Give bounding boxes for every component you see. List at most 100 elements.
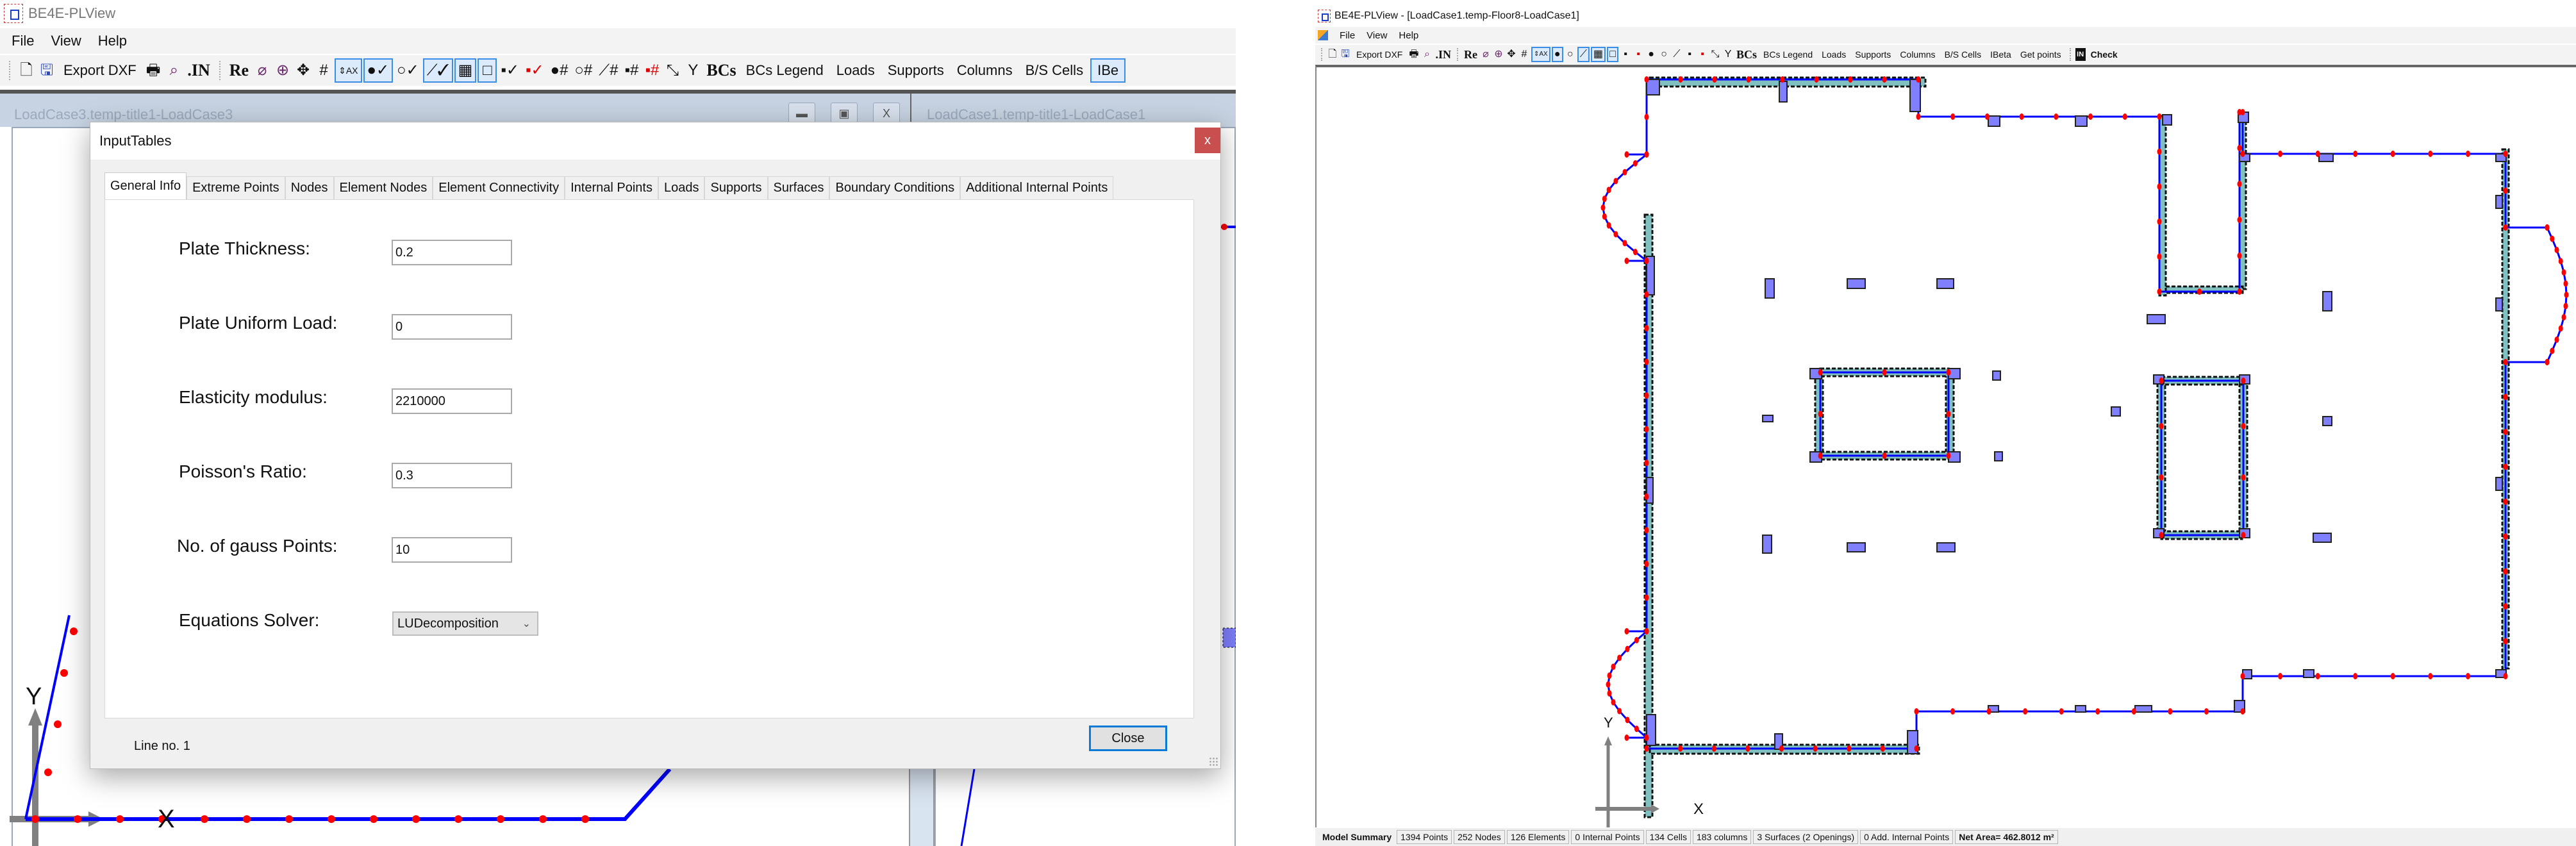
plate-uniform-load-input[interactable]: 0 xyxy=(392,314,512,340)
node-point xyxy=(2059,708,2064,715)
column xyxy=(2147,314,2166,324)
node-number-button[interactable]: ● xyxy=(1645,47,1657,62)
column xyxy=(2134,705,2152,713)
node-point xyxy=(1634,726,1639,733)
opening1-boundary-line xyxy=(1819,371,1950,457)
column-red-number-button[interactable]: ▪ xyxy=(1697,47,1708,62)
toolbar-grip[interactable] xyxy=(1321,48,1324,61)
node-point xyxy=(1644,460,1649,467)
new-file-button[interactable]: 🗋 xyxy=(1327,47,1338,62)
grid-button[interactable]: # xyxy=(1518,47,1530,62)
column-number-button[interactable]: ▪ xyxy=(1684,47,1695,62)
cell-outline-button[interactable]: □ xyxy=(1607,47,1619,62)
tab-internal-points[interactable]: Internal Points xyxy=(565,176,658,199)
outline-number-button[interactable]: ○ xyxy=(1658,47,1670,62)
column-red-number-icon: ▪ xyxy=(1700,49,1704,60)
menu-file[interactable]: File xyxy=(1340,30,1355,41)
column-black-button[interactable]: ▪ xyxy=(1620,47,1631,62)
node-point xyxy=(2503,428,2508,435)
bcs-button[interactable]: BCs xyxy=(1735,47,1758,62)
gauss-points-input[interactable]: 10 xyxy=(392,537,512,563)
ibeta-button[interactable]: IBeta xyxy=(1986,47,2015,62)
close-button[interactable]: Close xyxy=(1089,726,1167,751)
right-axis-x-label: X xyxy=(1693,800,1704,818)
node-point xyxy=(2503,394,2508,401)
equations-solver-value: LUDecomposition xyxy=(397,616,499,631)
tab-boundary-conditions[interactable]: Boundary Conditions xyxy=(829,176,961,199)
node-point xyxy=(328,815,335,823)
node-point xyxy=(1818,452,1823,459)
toolbar-grip[interactable] xyxy=(1456,48,1459,61)
column xyxy=(1847,542,1866,552)
node-point xyxy=(1611,699,1616,706)
tab-additional-internal-points[interactable]: Additional Internal Points xyxy=(960,176,1114,199)
tab-nodes[interactable]: Nodes xyxy=(285,176,334,199)
node-point xyxy=(2088,113,2093,120)
tab-extreme-points[interactable]: Extreme Points xyxy=(187,176,285,199)
dialog-title-bar[interactable]: InputTables x xyxy=(90,122,1220,160)
menu-help[interactable]: Help xyxy=(1399,30,1418,41)
element-number-button[interactable]: ⟋ xyxy=(1671,47,1683,62)
pan-button[interactable]: ✥ xyxy=(1506,47,1517,62)
in-file-button[interactable]: .IN xyxy=(1434,47,1452,62)
chevron-down-icon: ⌄ xyxy=(522,618,531,629)
mdi-document-icon[interactable] xyxy=(1318,30,1328,40)
column-red-button[interactable]: ▪ xyxy=(1633,47,1644,62)
node-point xyxy=(2390,151,2395,157)
save-button[interactable]: 🖫 xyxy=(1340,47,1351,62)
columns-button[interactable]: Columns xyxy=(1896,47,1939,62)
equations-solver-select[interactable]: LUDecomposition ⌄ xyxy=(392,611,538,636)
in-check-icon[interactable]: IN xyxy=(2075,48,2086,61)
get-points-button[interactable]: Get points xyxy=(2016,47,2065,62)
print-button[interactable]: 🖶 xyxy=(1408,47,1420,62)
node-point xyxy=(285,815,293,823)
node-point xyxy=(1818,369,1823,376)
resize-grip-icon[interactable] xyxy=(1209,757,1218,766)
plate-thickness-input[interactable]: 0.2 xyxy=(392,240,512,265)
node-point xyxy=(2237,145,2242,151)
node-point xyxy=(2157,218,2162,225)
status-add-internal-points: 0 Add. Internal Points xyxy=(1860,830,1954,844)
node-check-button[interactable]: ● xyxy=(1551,47,1563,62)
node-point xyxy=(1678,745,1683,752)
axis-toggle-button[interactable]: ⇕AX xyxy=(1531,47,1550,62)
close-icon: x xyxy=(1204,133,1211,147)
export-dxf-button[interactable]: Export DXF xyxy=(1352,47,1406,62)
supports-button[interactable]: Supports xyxy=(1851,47,1895,62)
model-drawing-canvas[interactable]: Y X xyxy=(1315,65,2576,827)
loads-button[interactable]: Loads xyxy=(1818,47,1850,62)
elasticity-modulus-input[interactable]: 2210000 xyxy=(392,388,512,414)
dialog-close-x-button[interactable]: x xyxy=(1195,128,1220,153)
column xyxy=(1936,542,1956,552)
tab-general-info[interactable]: General Info xyxy=(104,172,187,199)
redraw-button[interactable]: Re xyxy=(1463,47,1479,62)
node-point xyxy=(1916,113,1921,120)
tab-element-nodes[interactable]: Element Nodes xyxy=(333,176,433,199)
bcs-legend-button[interactable]: BCs Legend xyxy=(1759,47,1816,62)
tab-surfaces[interactable]: Surfaces xyxy=(767,176,830,199)
zoom-extents-button[interactable]: ⌀ xyxy=(1480,47,1492,62)
zoom-in-button[interactable]: ⊕ xyxy=(1493,47,1504,62)
menu-view[interactable]: View xyxy=(1367,30,1387,41)
poissons-ratio-input[interactable]: 0.3 xyxy=(392,463,512,488)
zoom-window-button[interactable]: ⌕ xyxy=(1421,47,1433,62)
node-outline-button[interactable]: ○ xyxy=(1565,47,1576,62)
tab-element-connectivity[interactable]: Element Connectivity xyxy=(433,176,565,199)
node-point xyxy=(1916,76,1921,83)
bs-cells-button[interactable]: B/S Cells xyxy=(1941,47,1986,62)
node-point xyxy=(2315,673,2320,679)
check-button[interactable]: Check xyxy=(2087,47,2122,62)
tab-loads[interactable]: Loads xyxy=(658,176,705,199)
plate-thickness-label: Plate Thickness: xyxy=(179,238,310,258)
node-point xyxy=(1779,745,1784,752)
node-point xyxy=(1882,452,1887,459)
toolbar-grip[interactable] xyxy=(2069,48,2072,61)
x-axis-arrow-head xyxy=(1651,804,1659,813)
tab-supports[interactable]: Supports xyxy=(704,176,768,199)
dialog-title: InputTables xyxy=(99,133,172,149)
fork-button[interactable]: Y xyxy=(1722,47,1734,62)
column xyxy=(2322,291,2332,311)
element-check-button[interactable]: ⟋ xyxy=(1577,47,1590,62)
cell-fill-button[interactable]: ▦ xyxy=(1590,47,1606,62)
pointer-button[interactable]: ⤡ xyxy=(1709,47,1721,62)
